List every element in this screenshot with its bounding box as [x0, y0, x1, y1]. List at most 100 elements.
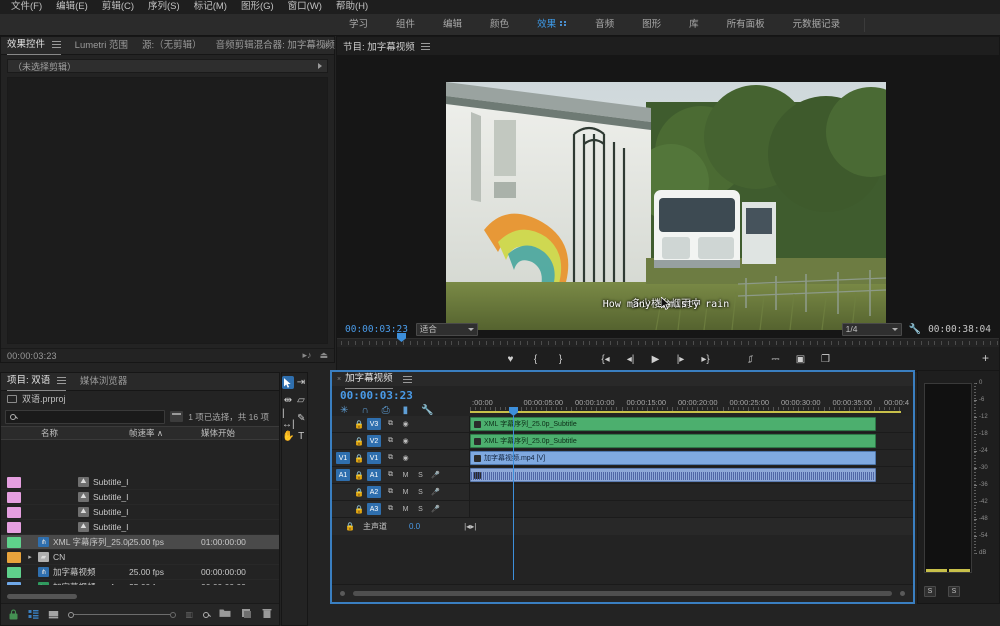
- program-panel-menu-icon[interactable]: [420, 42, 430, 50]
- comparison-view-icon[interactable]: ❐: [819, 353, 832, 366]
- track-name-a2[interactable]: A2: [367, 486, 381, 498]
- panel-menu-icon[interactable]: [56, 376, 66, 384]
- mark-out-icon[interactable]: }: [554, 353, 567, 366]
- track-lane-a1[interactable]: [470, 467, 913, 483]
- lock-icon[interactable]: [8, 609, 19, 620]
- export-frame-icon[interactable]: ▣: [794, 353, 807, 366]
- list-view-icon[interactable]: [28, 609, 39, 620]
- linked-selection-icon[interactable]: ∩: [361, 405, 368, 416]
- search-input[interactable]: [5, 409, 166, 424]
- menu-item-4[interactable]: 标记(M): [187, 0, 234, 14]
- table-row[interactable]: ⛰ Subtitle_IMG_0008.png: [1, 475, 279, 490]
- play-audio-icon[interactable]: ▸♪: [302, 350, 311, 361]
- program-monitor-ruler[interactable]: [337, 333, 999, 347]
- panel-menu-icon[interactable]: [51, 40, 61, 48]
- timeline-time-ruler[interactable]: :00:00 00:00:05:00 00:00:10:00 00:00:15:00 0…: [470, 398, 909, 412]
- column-header-framerate[interactable]: 帧速率 ∧: [129, 427, 201, 439]
- slip-tool-icon[interactable]: |↔|: [282, 408, 295, 430]
- workspace-tab-0[interactable]: 学习: [335, 14, 382, 36]
- workspace-tab-5[interactable]: 音频: [581, 14, 628, 36]
- pen-tool-icon[interactable]: ✎: [296, 412, 307, 425]
- play-icon[interactable]: ▶: [649, 353, 662, 366]
- workspace-tab-6[interactable]: 图形: [628, 14, 675, 36]
- snap-icon[interactable]: ✳: [340, 405, 348, 416]
- tab-sequence[interactable]: 加字幕视频: [345, 370, 393, 389]
- tab-lumetri-scopes[interactable]: Lumetri 范围: [75, 37, 128, 55]
- track-output-eye-icon[interactable]: ◉: [400, 436, 411, 446]
- solo-track-button[interactable]: S: [415, 487, 426, 497]
- tab-source-monitor[interactable]: 源:（无剪辑）: [142, 37, 202, 55]
- source-track-indicator-v1[interactable]: V1: [336, 452, 350, 464]
- track-name-v1[interactable]: V1: [367, 452, 381, 464]
- workspace-tab-8[interactable]: 所有面板: [713, 14, 779, 36]
- effect-controls-clip-bar[interactable]: （未选择剪辑）: [7, 59, 328, 73]
- mute-track-button[interactable]: M: [400, 504, 411, 514]
- voice-over-record-icon[interactable]: 🎤: [430, 470, 441, 480]
- track-lane-a2[interactable]: [470, 484, 913, 500]
- sync-lock-icon[interactable]: ⧉: [385, 436, 396, 446]
- project-horizontal-scrollbar[interactable]: [7, 594, 77, 599]
- tab-effect-controls[interactable]: 效果控件: [7, 36, 61, 55]
- timeline-clip[interactable]: 加字幕视频.mp4 [V]: [470, 451, 876, 465]
- lift-icon[interactable]: ⎎: [744, 353, 757, 366]
- lock-icon[interactable]: 🔒: [354, 505, 364, 514]
- table-row[interactable]: ⛰ Subtitle_IMG_0009.png: [1, 490, 279, 505]
- solo-track-button[interactable]: S: [415, 504, 426, 514]
- master-meter-icon[interactable]: |◂▸|: [464, 522, 476, 531]
- ripple-edit-tool-icon[interactable]: ⇹: [282, 394, 294, 407]
- menu-item-6[interactable]: 窗口(W): [281, 0, 329, 14]
- menu-item-7[interactable]: 帮助(H): [329, 0, 375, 14]
- sync-lock-icon[interactable]: ⧉: [385, 504, 396, 514]
- expand-arrow-icon[interactable]: [318, 63, 322, 69]
- table-row[interactable]: ⋔ 加字幕视频 25.00 fps 00:00:00:00: [1, 565, 279, 580]
- table-row[interactable]: ⛰ Subtitle_IMG_0011.png: [1, 520, 279, 535]
- menu-item-2[interactable]: 剪辑(C): [95, 0, 141, 14]
- menu-item-1[interactable]: 编辑(E): [49, 0, 95, 14]
- menu-item-0[interactable]: 文件(F): [4, 0, 49, 14]
- mark-in-out-icon[interactable]: ♥: [504, 353, 517, 366]
- track-select-forward-tool-icon[interactable]: ⇥: [295, 376, 307, 389]
- type-tool-icon[interactable]: T: [295, 430, 307, 443]
- icon-view-icon[interactable]: [48, 609, 59, 620]
- mute-track-button[interactable]: M: [400, 470, 411, 480]
- mark-in-icon[interactable]: {: [529, 353, 542, 366]
- voice-over-record-icon[interactable]: 🎤: [430, 504, 441, 514]
- lock-icon[interactable]: 🔒: [354, 437, 364, 446]
- menu-item-3[interactable]: 序列(S): [141, 0, 187, 14]
- add-marker-icon[interactable]: ⎙: [382, 405, 390, 416]
- new-item-icon[interactable]: [241, 608, 252, 622]
- lock-icon[interactable]: 🔒: [354, 420, 364, 429]
- source-track-indicator-a2[interactable]: [336, 486, 350, 498]
- timeline-panel-menu-icon[interactable]: [402, 375, 412, 383]
- track-lane-v1[interactable]: 加字幕视频.mp4 [V]: [470, 450, 913, 466]
- tabs-overflow-icon[interactable]: »: [322, 40, 328, 51]
- timeline-playhead-timecode[interactable]: 00:00:03:23: [340, 389, 413, 402]
- sync-lock-icon[interactable]: ⧉: [385, 470, 396, 480]
- source-track-indicator-a1[interactable]: A1: [336, 469, 350, 481]
- program-playhead[interactable]: [397, 333, 406, 342]
- master-volume-value[interactable]: 0.0: [409, 522, 420, 531]
- workspace-tab-2[interactable]: 编辑: [429, 14, 476, 36]
- voice-over-record-icon[interactable]: 🎤: [430, 487, 441, 497]
- find-icon[interactable]: [203, 611, 209, 618]
- mute-track-button[interactable]: M: [400, 487, 411, 497]
- tab-project[interactable]: 项目: 双语: [7, 372, 66, 391]
- column-header-mediastart[interactable]: 媒体开始: [201, 427, 279, 439]
- playhead-handle[interactable]: [509, 407, 518, 416]
- workspace-tab-7[interactable]: 库: [675, 14, 713, 36]
- track-name-a1[interactable]: A1: [367, 469, 381, 481]
- solo-track-button[interactable]: S: [415, 470, 426, 480]
- playback-resolution-select[interactable]: 1/4: [841, 322, 902, 336]
- tab-media-browser[interactable]: 媒体浏览器: [80, 373, 128, 391]
- video-preview[interactable]: 多少楼台烟雨中 How many s misty rain: [446, 82, 886, 330]
- track-lane-v2[interactable]: XML 字幕序列_25.0p_Subtitle: [470, 433, 913, 449]
- track-lane-v3[interactable]: XML 字幕序列_25.0p_Subtitle: [470, 416, 913, 432]
- tab-audio-clip-mixer[interactable]: 音频剪辑混合器: 加字幕视频: [216, 37, 335, 55]
- goto-in-icon[interactable]: {◂: [599, 353, 612, 366]
- sync-lock-icon[interactable]: ⧉: [385, 419, 396, 429]
- razor-tool-icon[interactable]: ▱: [295, 394, 307, 407]
- timeline-settings-wrench-icon[interactable]: 🔧: [421, 405, 433, 416]
- track-output-eye-icon[interactable]: ◉: [400, 419, 411, 429]
- table-row[interactable]: ▶ 加字幕视频.mp425.00 fps00:00:00:00: [1, 580, 279, 585]
- track-name-a3[interactable]: A3: [367, 503, 381, 515]
